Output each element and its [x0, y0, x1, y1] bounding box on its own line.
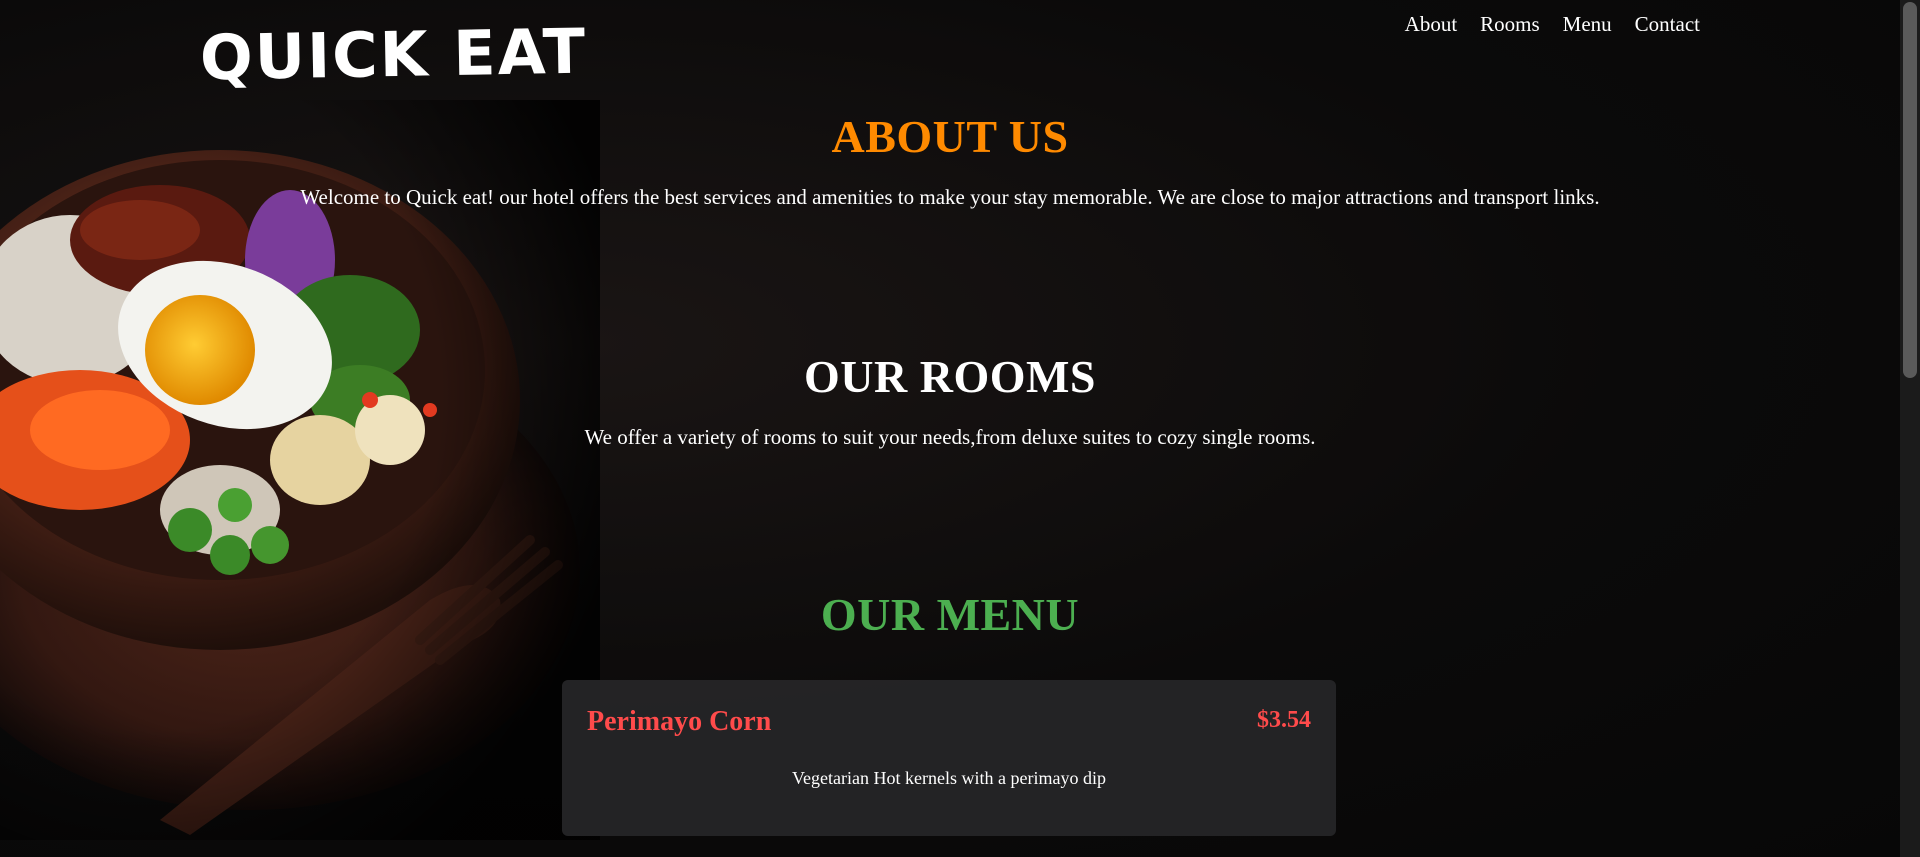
- rooms-section: OUR ROOMS We offer a variety of rooms to…: [0, 350, 1900, 450]
- menu-item-description: Vegetarian Hot kernels with a perimayo d…: [792, 768, 1106, 788]
- nav-menu-link[interactable]: Menu: [1563, 12, 1612, 37]
- menu-item-price: $3.54: [1257, 707, 1311, 733]
- rooms-text: We offer a variety of rooms to suit your…: [584, 425, 1316, 449]
- about-title: ABOUT US: [831, 111, 1069, 162]
- site-logo[interactable]: QUICK EAT: [199, 15, 587, 95]
- nav-contact-link[interactable]: Contact: [1635, 12, 1700, 37]
- menu-item-card: Perimayo Corn $3.54 Vegetarian Hot kerne…: [562, 680, 1336, 836]
- menu-section: OUR MENU: [0, 588, 1900, 641]
- menu-title: OUR MENU: [820, 589, 1080, 640]
- scrollbar-thumb[interactable]: [1903, 2, 1917, 378]
- vertical-scrollbar[interactable]: [1900, 0, 1920, 857]
- about-section: ABOUT US Welcome to Quick eat! our hotel…: [0, 110, 1900, 210]
- food-bowl-illustration: [0, 100, 600, 840]
- nav-rooms-link[interactable]: Rooms: [1480, 12, 1540, 37]
- rooms-title: OUR ROOMS: [804, 351, 1096, 402]
- main-nav: About Rooms Menu Contact: [1405, 12, 1700, 37]
- menu-item-name: Perimayo Corn: [587, 706, 772, 737]
- page: QUICK EAT About Rooms Menu Contact ABOUT…: [0, 0, 1920, 857]
- about-text: Welcome to Quick eat! our hotel offers t…: [300, 185, 1600, 209]
- nav-about-link[interactable]: About: [1405, 12, 1458, 37]
